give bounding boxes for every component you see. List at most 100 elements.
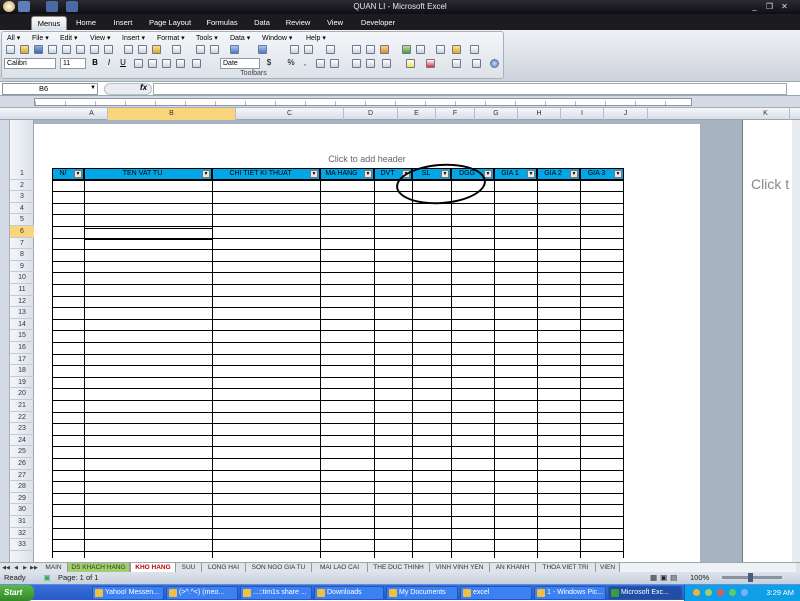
menu-edit[interactable]: Edit ▾ [60,34,78,44]
filter-dropdown-icon[interactable]: ▼ [614,170,622,178]
tray-icon[interactable] [705,589,712,596]
filter-dropdown-icon[interactable]: ▼ [202,170,210,178]
increase-decimal-icon[interactable] [316,59,325,68]
column-header[interactable]: C [236,108,344,120]
percent-button[interactable]: % [286,58,296,68]
sort-descending-icon[interactable] [366,45,375,54]
format-painter-icon[interactable] [172,45,181,54]
row-header[interactable]: 3 [10,191,34,203]
tab-view[interactable]: View [320,16,350,30]
taskbar-item-meo[interactable]: (>^.^<) (meo... [166,586,238,600]
merge-center-icon[interactable] [192,59,201,68]
styles-icon[interactable] [452,59,461,68]
row-header[interactable]: 5 [10,214,34,226]
row-header[interactable]: 21 [10,400,34,412]
row-header[interactable]: 6 [10,226,34,238]
row-header[interactable]: 30 [10,504,34,516]
macro-record-icon[interactable]: ▣ [40,572,54,584]
start-button[interactable]: Start [0,585,34,601]
spelling-icon[interactable] [90,45,99,54]
row-header[interactable]: 26 [10,458,34,470]
tab-review[interactable]: Review [280,16,316,30]
font-size-select[interactable]: 11 [60,58,86,69]
taskbar-item-excel-folder[interactable]: excel [460,586,532,600]
fill-color-icon[interactable] [406,59,415,68]
column-header[interactable]: G [475,108,518,120]
row-header[interactable]: 2 [10,180,34,192]
name-box[interactable]: B6 [2,83,98,95]
menu-insert[interactable]: Insert ▾ [122,34,145,44]
row-header[interactable]: 19 [10,377,34,389]
copy-icon[interactable] [138,45,147,54]
new-icon[interactable] [6,45,15,54]
italic-button[interactable]: I [104,58,114,68]
vertical-scrollbar[interactable] [792,120,800,562]
menu-help[interactable]: Help ▾ [306,34,326,44]
row-header[interactable]: 10 [10,272,34,284]
menu-format[interactable]: Format ▾ [157,34,185,44]
bold-button[interactable]: B [90,58,100,68]
row-header[interactable]: 32 [10,528,34,540]
insert-function-icon[interactable]: fx [140,83,147,92]
tab-page-layout[interactable]: Page Layout [144,16,196,30]
redo-icon[interactable] [258,45,267,54]
column-header[interactable]: B [108,108,236,120]
cut-icon[interactable] [124,45,133,54]
justify-icon[interactable] [176,59,185,68]
zoom-icon[interactable] [472,59,481,68]
decrease-decimal-icon[interactable] [330,59,339,68]
font-name-select[interactable]: Calibri [4,58,56,69]
next-sheet-icon[interactable]: ▶ [21,564,29,572]
row-header[interactable]: 28 [10,481,34,493]
filter-dropdown-icon[interactable]: ▼ [527,170,535,178]
zoom-slider-handle[interactable] [748,573,753,582]
row-header[interactable]: 1 [10,168,34,180]
table-icon[interactable] [436,45,445,54]
table-header-cell[interactable]: N/▼ [52,168,84,180]
menu-all[interactable]: All ▾ [7,34,20,44]
tab-home[interactable]: Home [70,16,102,30]
taskbar-item-microsoft-excel[interactable]: Microsoft Exc... [608,586,682,600]
column-header[interactable]: A [76,108,108,120]
paste-icon[interactable] [152,45,161,54]
tray-icon[interactable] [717,589,724,596]
filter-dropdown-icon[interactable]: ▼ [310,170,318,178]
close-button[interactable]: ✕ [778,1,791,12]
undo-icon[interactable] [230,45,239,54]
tab-data[interactable]: Data [248,16,276,30]
filter-dropdown-icon[interactable]: ▼ [484,170,492,178]
permission-icon[interactable] [48,45,57,54]
menu-window[interactable]: Window ▾ [262,34,292,44]
column-header[interactable]: K [742,108,790,120]
row-header[interactable]: 13 [10,307,34,319]
row-header[interactable]: 9 [10,261,34,273]
row-header[interactable]: 29 [10,493,34,505]
clear-icon[interactable] [196,45,205,54]
align-left-icon[interactable] [134,59,143,68]
filter-dropdown-icon[interactable]: ▼ [364,170,372,178]
number-format-select[interactable]: Date [220,58,260,69]
row-header[interactable]: 33 [10,539,34,551]
tab-developer[interactable]: Developer [354,16,402,30]
open-icon[interactable] [20,45,29,54]
minimize-button[interactable]: _ [748,1,761,12]
first-sheet-icon[interactable]: ◀◀ [2,564,10,572]
filter-dropdown-icon[interactable]: ▼ [570,170,578,178]
row-header[interactable]: 16 [10,342,34,354]
row-header[interactable]: 22 [10,412,34,424]
column-header[interactable]: E [398,108,436,120]
row-header[interactable]: 4 [10,203,34,215]
drawing-icon[interactable] [416,45,425,54]
macro-icon[interactable] [470,45,479,54]
page-header-placeholder[interactable]: Click to add header [34,154,700,164]
tab-insert[interactable]: Insert [106,16,140,30]
taskbar-item-downloads[interactable]: Downloads [314,586,384,600]
table-header-cell[interactable]: MA HANG ▼ [320,168,374,180]
row-header[interactable]: 25 [10,446,34,458]
menu-view[interactable]: View ▾ [90,34,111,44]
decrease-indent-icon[interactable] [352,59,361,68]
row-header[interactable]: 14 [10,319,34,331]
column-header[interactable]: F [436,108,475,120]
last-sheet-icon[interactable]: ▶▶ [30,564,38,572]
align-center-icon[interactable] [148,59,157,68]
